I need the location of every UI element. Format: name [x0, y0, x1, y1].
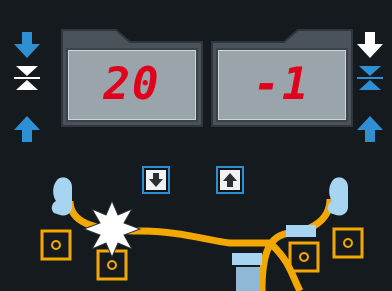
right-arrow-down-icon[interactable]	[355, 30, 385, 60]
schematic-diagram	[40, 177, 364, 291]
pipe-center	[267, 240, 304, 291]
right-arrow-up-icon[interactable]	[355, 114, 385, 144]
right-compress-icon	[357, 66, 383, 90]
left-clamp	[51, 177, 72, 216]
right-adjust-panel	[355, 30, 385, 150]
left-arrow-down-icon[interactable]	[12, 30, 42, 60]
sensor-box-1	[40, 229, 72, 261]
spark-icon	[82, 199, 142, 259]
center-block-lower	[236, 267, 260, 291]
left-adjust-panel	[12, 30, 42, 150]
right-clamp	[327, 177, 348, 216]
center-block	[232, 253, 262, 265]
sensor-box-3	[288, 241, 320, 273]
left-compress-icon	[14, 66, 40, 90]
sensor-box-4	[332, 227, 364, 259]
left-arrow-up-icon[interactable]	[12, 114, 42, 144]
right-block	[286, 225, 316, 237]
right-display-value: -1	[253, 59, 311, 110]
left-display: 20	[66, 48, 198, 122]
left-display-value: 20	[103, 59, 161, 110]
right-display: -1	[216, 48, 348, 122]
